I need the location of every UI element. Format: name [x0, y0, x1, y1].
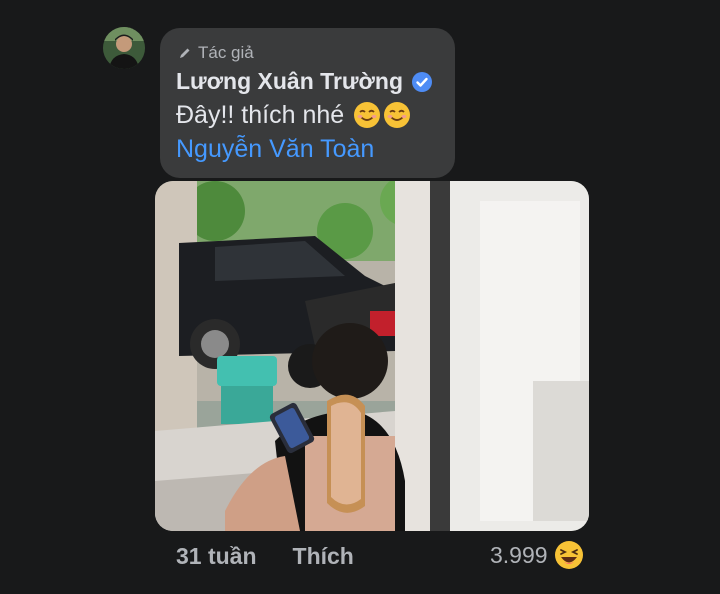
comment-bubble: Tác giả Lương Xuân Trường Đây!! thích nh…: [160, 28, 455, 178]
comment-text: Đây!! thích nhé: [176, 100, 345, 129]
author-badge-label: Tác giả: [198, 43, 254, 62]
mention-link[interactable]: Nguyễn Văn Toàn: [176, 135, 374, 164]
verified-badge-icon: [412, 71, 433, 92]
smiling-face-emoji-icon: [384, 102, 411, 128]
comment-photo[interactable]: [155, 181, 589, 531]
author-badge: Tác giả: [178, 43, 254, 63]
author-row: Lương Xuân Trường: [176, 68, 433, 95]
comment-text-row: Đây!! thích nhé: [176, 100, 412, 130]
comment-actions: 31 tuần Thích: [176, 543, 354, 570]
pencil-icon: [180, 48, 190, 58]
laughing-face-emoji-icon: [554, 541, 583, 569]
like-button[interactable]: Thích: [293, 543, 354, 570]
commenter-avatar[interactable]: [103, 27, 145, 69]
reaction-count: 3.999: [490, 541, 548, 568]
comment-time[interactable]: 31 tuần: [176, 543, 257, 570]
reaction-summary[interactable]: 3.999: [490, 540, 584, 570]
smiling-face-emoji-icon: [354, 102, 381, 128]
author-name[interactable]: Lương Xuân Trường: [176, 68, 403, 95]
